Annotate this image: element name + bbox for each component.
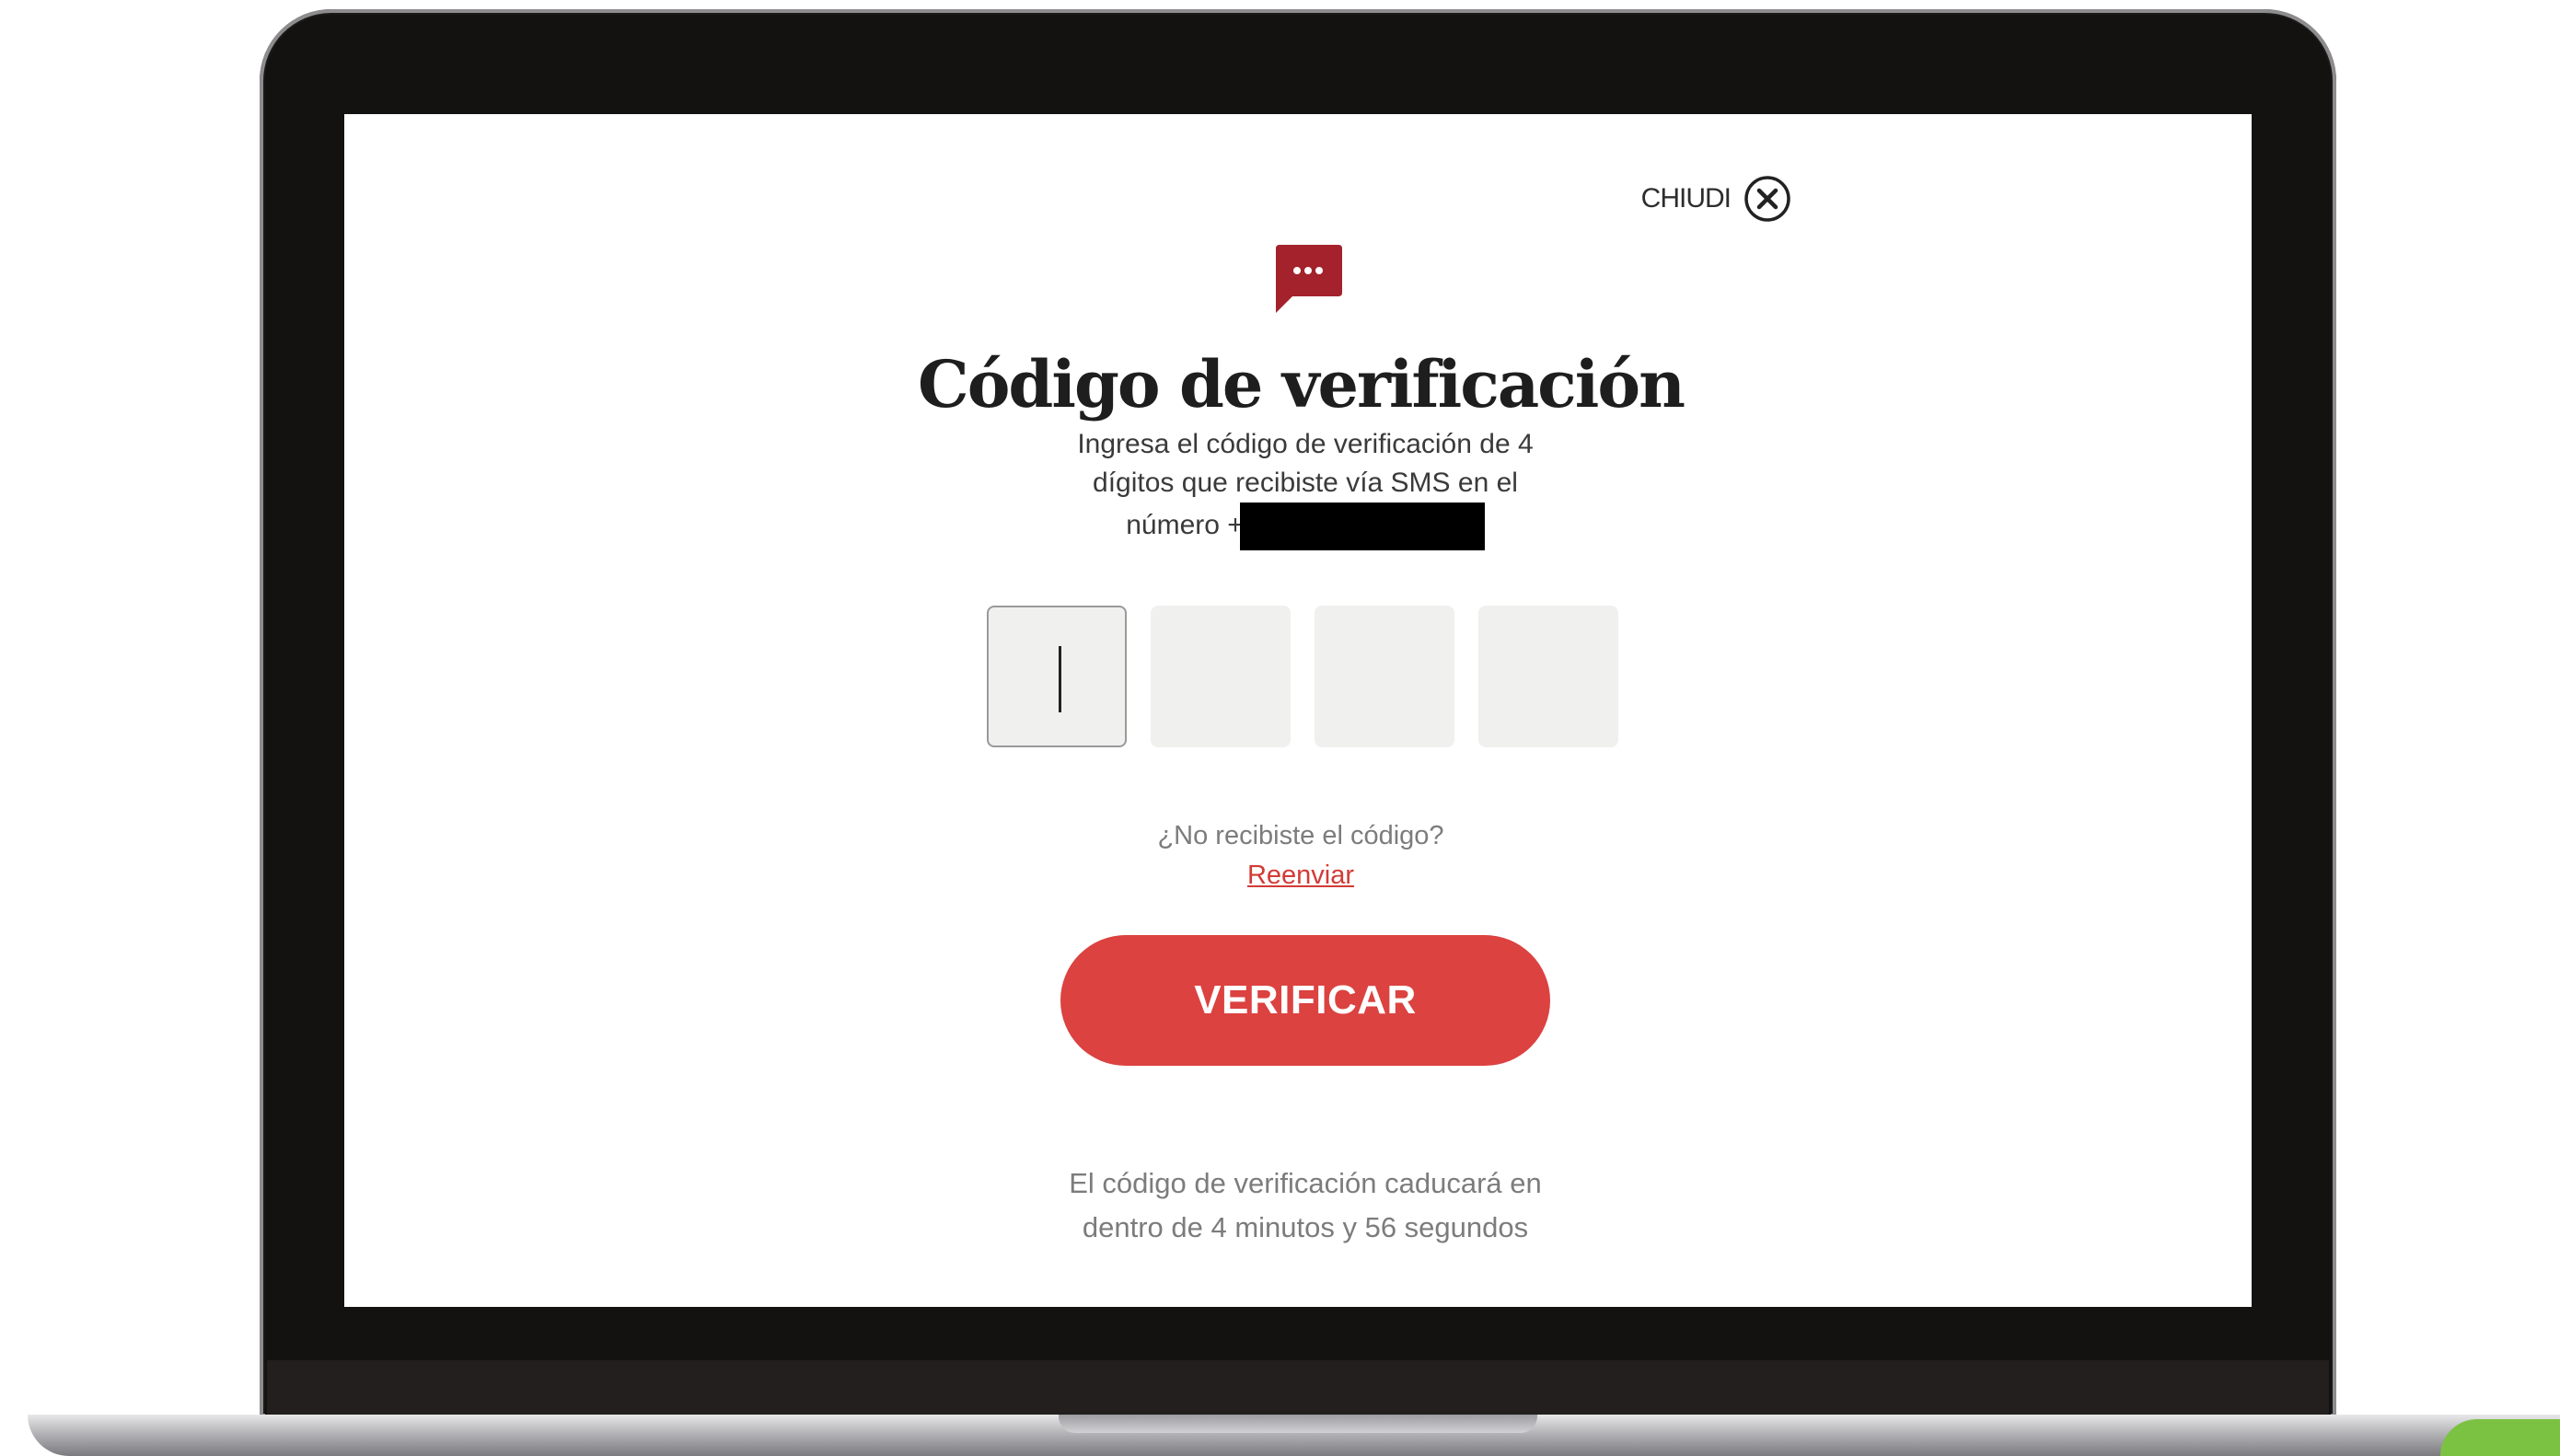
close-label: CHIUDI	[1640, 183, 1732, 214]
laptop-hinge-notch	[1059, 1415, 1537, 1433]
phone-prefix: número +	[1126, 509, 1244, 540]
dialog-title: Código de verificación	[918, 346, 1685, 422]
expiry-notice: El código de verificación caducará en de…	[1011, 1161, 1600, 1250]
text-caret	[1059, 646, 1061, 712]
laptop-screen: CHIUDI Código de verificación Ingresa el…	[344, 114, 2252, 1307]
code-digit-3-input[interactable]	[1315, 606, 1454, 747]
close-button[interactable]: CHIUDI	[1641, 175, 1791, 223]
description-line-3: número +	[1011, 503, 1600, 550]
description-line-1: Ingresa el código de verificación de 4	[1077, 429, 1534, 459]
laptop-chin	[267, 1360, 2329, 1417]
code-digit-1-input[interactable]	[987, 606, 1127, 747]
code-digit-4-input[interactable]	[1478, 606, 1618, 747]
code-digit-2-input[interactable]	[1151, 606, 1291, 747]
resend-prompt: ¿No recibiste el código?	[1157, 821, 1444, 850]
dialog-description: Ingresa el código de verificación de 4 d…	[1011, 425, 1600, 550]
expiry-line-2: dentro de 4 minutos y 56 segundos	[1082, 1211, 1529, 1243]
chat-bubble-icon	[1276, 245, 1342, 313]
verification-dialog: CHIUDI Código de verificación Ingresa el…	[771, 142, 1830, 1307]
description-line-2: dígitos que recibiste vía SMS en el	[1093, 468, 1518, 498]
verify-button[interactable]: VERIFICAR	[1060, 935, 1550, 1066]
close-circle-icon[interactable]	[1743, 175, 1791, 223]
resend-link[interactable]: Reenviar	[771, 861, 1830, 891]
expiry-line-1: El código de verificación caducará en	[1069, 1167, 1542, 1199]
code-input-group	[987, 606, 1618, 747]
green-corner-decoration	[2440, 1419, 2560, 1456]
redacted-phone-number	[1239, 503, 1485, 550]
